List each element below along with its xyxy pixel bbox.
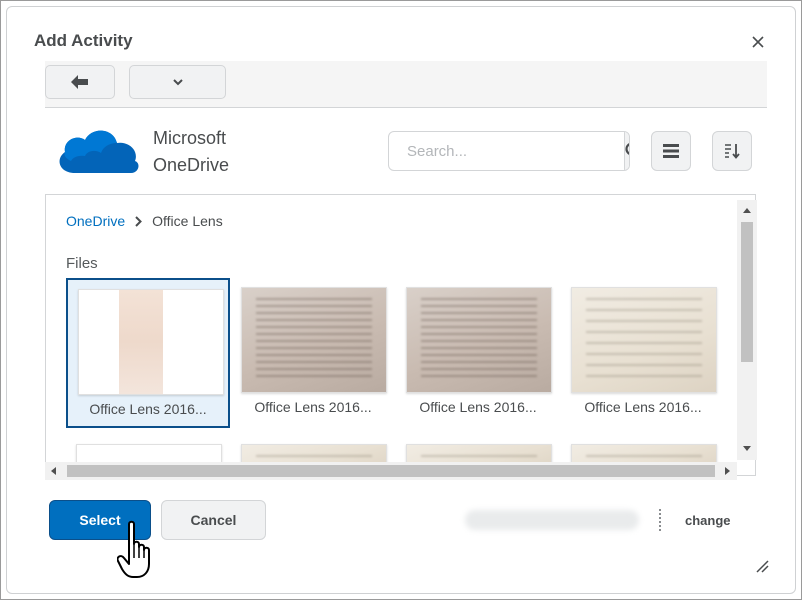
horizontal-scroll-thumb[interactable] — [67, 465, 715, 477]
file-name: Office Lens 2016... — [89, 401, 207, 417]
file-tile-6[interactable] — [231, 435, 395, 465]
file-name: Office Lens 2016... — [584, 399, 702, 415]
vertical-divider — [659, 509, 661, 531]
breadcrumb-separator — [135, 215, 143, 227]
file-tile-5[interactable] — [66, 435, 230, 465]
scroll-left-icon[interactable] — [51, 467, 56, 475]
onedrive-logo-icon — [59, 130, 139, 173]
horizontal-scrollbar[interactable] — [45, 462, 737, 480]
provider-name: Microsoft OneDrive — [153, 125, 229, 179]
vertical-scrollbar[interactable] — [737, 200, 757, 460]
provider-name-line2: OneDrive — [153, 155, 230, 175]
file-tile-4[interactable]: Office Lens 2016... — [561, 278, 725, 428]
file-browser: OneDrive Office Lens Files Office Lens 2… — [45, 194, 756, 476]
file-thumbnail — [78, 289, 224, 395]
file-tile-8[interactable] — [561, 435, 725, 465]
file-thumbnail — [406, 287, 552, 393]
chevron-right-icon — [135, 215, 143, 227]
dialog-title: Add Activity — [34, 31, 133, 50]
files-heading: Files — [66, 255, 98, 272]
menu-dropdown-button[interactable] — [129, 65, 226, 99]
provider-name-line1: Microsoft — [153, 128, 227, 148]
breadcrumb: OneDrive Office Lens — [66, 213, 223, 229]
change-account-link[interactable]: change — [685, 513, 731, 528]
vertical-scroll-thumb[interactable] — [741, 222, 753, 362]
chevron-down-icon — [172, 78, 183, 85]
hand-cursor-icon — [117, 520, 150, 578]
arrow-left-icon — [71, 75, 88, 89]
file-name: Office Lens 2016... — [419, 399, 537, 415]
search-button[interactable] — [624, 132, 629, 170]
scroll-right-icon[interactable] — [725, 467, 730, 475]
sort-icon — [725, 144, 740, 159]
breadcrumb-current: Office Lens — [152, 213, 223, 229]
add-activity-dialog: Add Activity Microsoft OneDrive Search..… — [6, 6, 796, 594]
breadcrumb-onedrive[interactable]: OneDrive — [66, 213, 125, 229]
sort-button[interactable] — [712, 131, 752, 171]
cancel-button[interactable]: Cancel — [161, 500, 266, 540]
close-button[interactable] — [747, 31, 769, 53]
file-thumbnail — [571, 287, 717, 393]
list-view-button[interactable] — [651, 131, 691, 171]
back-button[interactable] — [45, 65, 115, 99]
close-icon — [752, 36, 764, 48]
file-tile-2[interactable]: Office Lens 2016... — [231, 278, 395, 428]
scroll-down-icon[interactable] — [743, 446, 751, 451]
account-email — [465, 510, 639, 530]
scroll-up-icon[interactable] — [743, 208, 751, 213]
file-tile-1[interactable]: Office Lens 2016... — [66, 278, 230, 428]
file-tile-3[interactable]: Office Lens 2016... — [396, 278, 560, 428]
file-tile-7[interactable] — [396, 435, 560, 465]
list-view-icon — [663, 144, 679, 158]
search-icon — [625, 143, 629, 155]
resize-handle-icon[interactable] — [753, 557, 769, 573]
file-thumbnail — [241, 287, 387, 393]
navigation-toolbar — [45, 61, 767, 108]
file-name: Office Lens 2016... — [254, 399, 372, 415]
search-box — [388, 131, 630, 171]
search-input[interactable] — [389, 132, 624, 170]
